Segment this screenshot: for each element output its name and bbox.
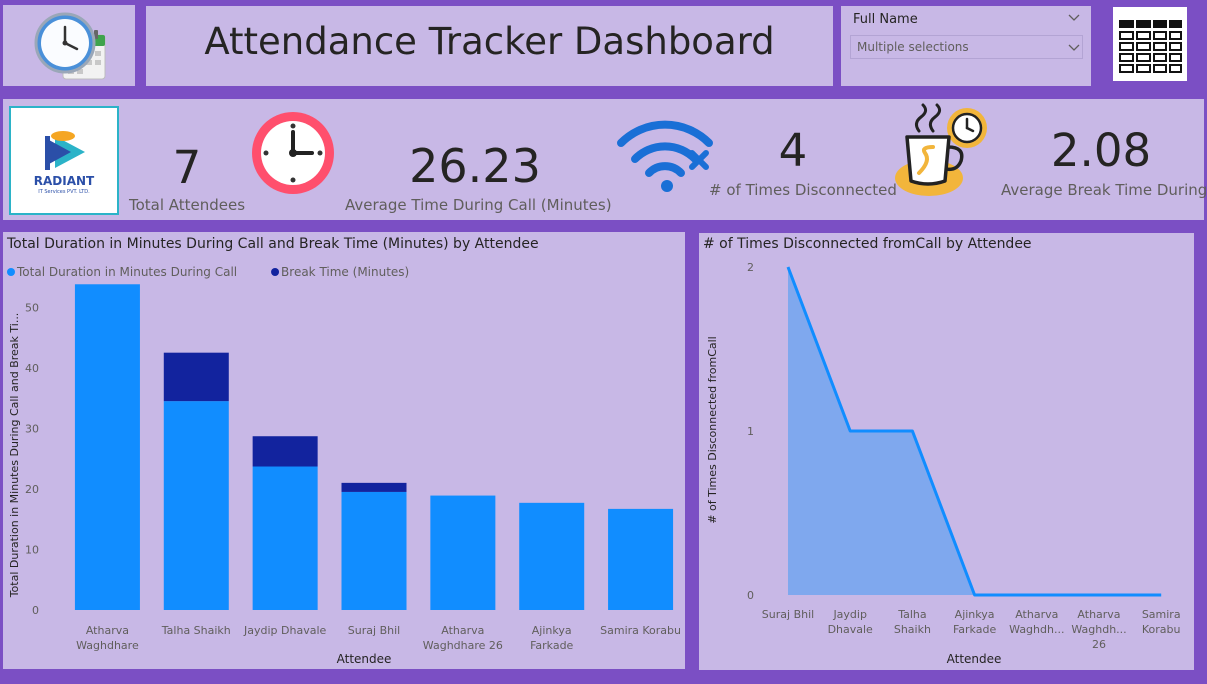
coffee-break-icon xyxy=(895,103,987,196)
kpi-value-total-attendees: 7 xyxy=(172,141,202,194)
x-tick-label: Talha Shaikh xyxy=(161,624,231,637)
bar[interactable] xyxy=(341,482,407,492)
chevron-down-icon[interactable] xyxy=(1068,14,1080,22)
chart-title: # of Times Disconnected fromCall by Atte… xyxy=(703,236,1032,252)
x-tick-label: Farkade xyxy=(953,623,996,636)
bar[interactable] xyxy=(74,284,140,610)
x-tick-label: Waghdh... xyxy=(1071,623,1126,636)
x-tick-label: Korabu xyxy=(1142,623,1181,636)
kpi-label-avg-call-time: Average Time During Call (Minutes) xyxy=(345,196,612,214)
y-tick-label: 40 xyxy=(25,362,39,375)
x-tick-label: Atharva xyxy=(441,624,484,637)
x-tick-label: Samira Korabu xyxy=(600,624,681,637)
table-icon xyxy=(1119,20,1182,73)
legend-marker xyxy=(7,268,15,276)
y-tick-label: 1 xyxy=(747,425,754,438)
x-tick-label: Suraj Bhil xyxy=(762,608,814,621)
bar[interactable] xyxy=(252,466,318,610)
y-tick-label: 0 xyxy=(32,604,39,617)
y-tick-label: 20 xyxy=(25,483,39,496)
y-tick-label: 10 xyxy=(25,543,39,556)
bar[interactable] xyxy=(519,502,585,610)
bar-series xyxy=(74,284,674,610)
calendar-clock-panel xyxy=(3,5,135,86)
area-series xyxy=(786,266,1162,597)
y-tick-label: 30 xyxy=(25,422,39,435)
bar[interactable] xyxy=(163,401,229,610)
slicer-dropdown[interactable]: Multiple selections xyxy=(850,35,1083,59)
kpi-value-avg-call-time: 26.23 xyxy=(409,139,541,193)
duration-bar-chart: Total Duration in Minutes During Call an… xyxy=(6,236,681,666)
x-axis-title: Attendee xyxy=(337,652,392,666)
table-icon-button[interactable] xyxy=(1113,7,1187,81)
chart-title: Total Duration in Minutes During Call an… xyxy=(6,236,539,252)
area-fill xyxy=(788,267,1162,595)
bar[interactable] xyxy=(608,508,674,610)
disconnect-chart-panel: # of Times Disconnected fromCall by Atte… xyxy=(699,233,1194,670)
x-tick-label: Atharva xyxy=(1077,608,1120,621)
y-axis: 0 1 2 xyxy=(747,261,754,602)
kpi-label-times-disconnected: # of Times Disconnected xyxy=(709,181,897,199)
duration-chart-panel: Total Duration in Minutes During Call an… xyxy=(3,232,685,669)
x-tick-label: Ajinkya xyxy=(955,608,995,621)
x-tick-label: Farkade xyxy=(530,639,573,652)
x-tick-label: Talha xyxy=(897,608,926,621)
y-tick-label: 0 xyxy=(747,589,754,602)
x-axis: Atharva Waghdhare Talha Shaikh Jaydip Dhava… xyxy=(76,624,681,652)
kpi-label-avg-break-time: Average Break Time During ... xyxy=(1001,181,1207,199)
x-tick-label: Atharva xyxy=(86,624,129,637)
bar[interactable] xyxy=(430,495,496,610)
x-tick-label: Ajinkya xyxy=(532,624,572,637)
bar[interactable] xyxy=(341,491,407,610)
x-tick-label: Waghdhare 26 xyxy=(423,639,503,652)
calendar-clock-icon xyxy=(34,12,106,80)
disconnect-area-chart: # of Times Disconnected fromCall by Atte… xyxy=(703,236,1181,666)
kpi-label-total-attendees: Total Attendees xyxy=(128,196,246,214)
wifi-disconnected-icon xyxy=(617,120,713,192)
x-tick-label: Waghdhare xyxy=(76,639,139,652)
logo-name: RADIANT xyxy=(33,174,95,188)
x-tick-label: Waghdh... xyxy=(1009,623,1064,636)
x-tick-label: Shaikh xyxy=(894,623,931,636)
y-tick-label: 2 xyxy=(747,261,754,274)
full-name-slicer[interactable]: Full Name Multiple selections xyxy=(841,6,1091,86)
bar[interactable] xyxy=(252,436,318,467)
y-tick-label: 50 xyxy=(25,301,39,314)
title-panel: Attendance Tracker Dashboard xyxy=(146,6,833,86)
legend-label: Total Duration in Minutes During Call xyxy=(16,265,237,279)
bar[interactable] xyxy=(163,352,229,402)
kpi-value-times-disconnected: 4 xyxy=(778,124,808,177)
kpi-row: RADIANT IT Services PVT. LTD. 7 Total At… xyxy=(3,99,1207,220)
logo-subtitle: IT Services PVT. LTD. xyxy=(38,189,90,195)
x-axis-title: Attendee xyxy=(947,652,1002,666)
y-axis-title: # of Times Disconnected fromCall xyxy=(706,336,719,523)
y-axis: 0 10 20 30 40 50 xyxy=(25,301,39,617)
slicer-label: Full Name xyxy=(853,12,918,27)
x-tick-label: Dhavale xyxy=(828,623,873,636)
clock-icon xyxy=(252,112,334,194)
company-logo: RADIANT IT Services PVT. LTD. xyxy=(9,106,119,215)
x-tick-label: Jaydip xyxy=(832,608,867,621)
page-title: Attendance Tracker Dashboard xyxy=(204,20,775,63)
x-tick-label: Samira xyxy=(1142,608,1181,621)
slicer-selected-value: Multiple selections xyxy=(857,40,969,54)
x-axis: Suraj Bhil Jaydip Dhavale Talha Shaikh Ajinky… xyxy=(762,608,1181,651)
legend-marker xyxy=(271,268,280,276)
legend-label: Break Time (Minutes) xyxy=(281,265,409,279)
x-tick-label: 26 xyxy=(1092,638,1106,651)
x-tick-label: Jaydip Dhavale xyxy=(243,624,327,637)
kpi-value-avg-break-time: 2.08 xyxy=(1050,124,1152,177)
x-tick-label: Atharva xyxy=(1015,608,1058,621)
y-axis-title: Total Duration in Minutes During Call an… xyxy=(8,313,21,599)
chevron-down-icon[interactable] xyxy=(1068,44,1080,52)
chart-legend: Total Duration in Minutes During Call Bre… xyxy=(7,265,409,279)
x-tick-label: Suraj Bhil xyxy=(348,624,400,637)
